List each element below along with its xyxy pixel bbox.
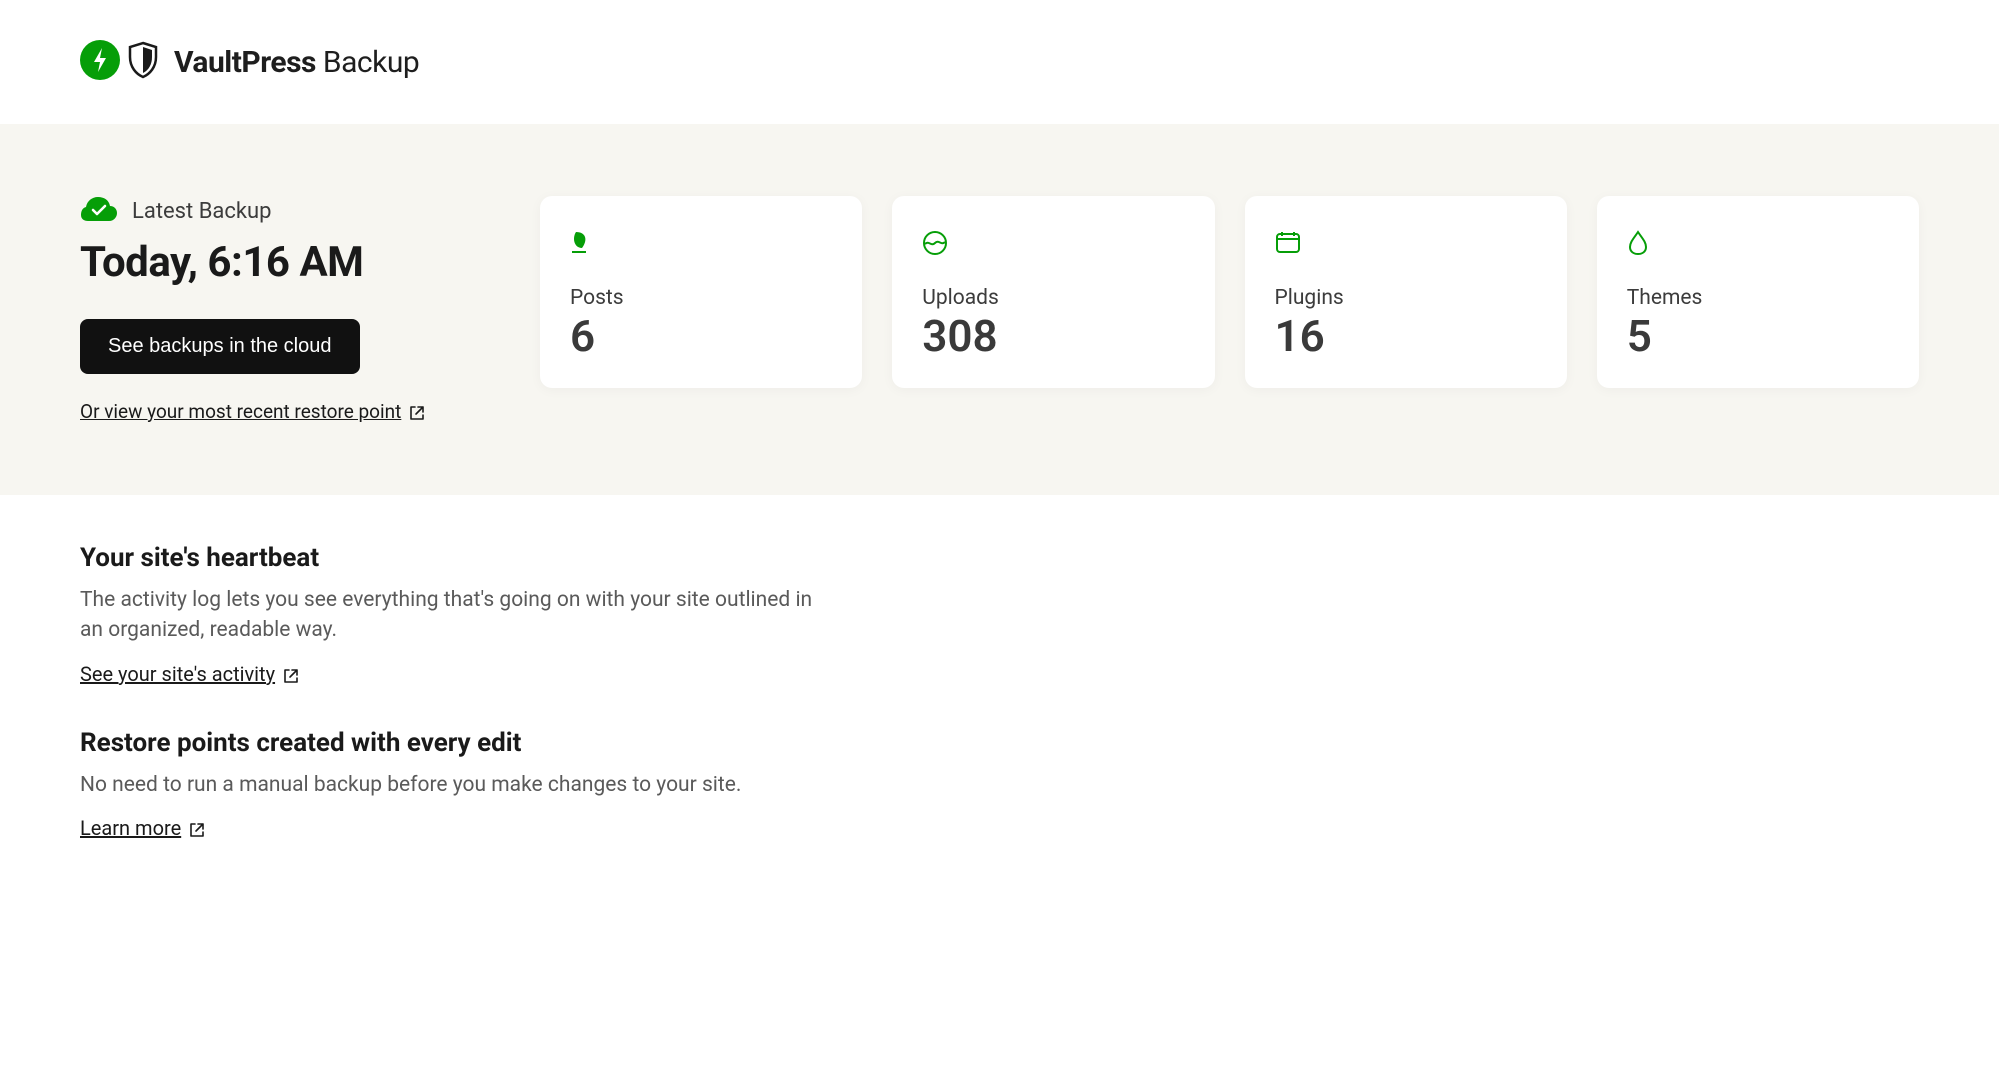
cloud-check-icon — [80, 196, 118, 226]
logo-group — [80, 40, 160, 84]
latest-backup-label: Latest Backup — [132, 199, 272, 224]
backup-time: Today, 6:16 AM — [80, 238, 500, 287]
shield-icon — [126, 41, 160, 83]
stat-label: Plugins — [1275, 286, 1537, 310]
stat-value: 16 — [1275, 314, 1537, 358]
stat-card-plugins: Plugins 16 — [1245, 196, 1567, 388]
section-heartbeat: Your site's heartbeat The activity log l… — [80, 543, 820, 686]
see-backups-button[interactable]: See backups in the cloud — [80, 319, 360, 374]
section-desc: No need to run a manual backup before yo… — [80, 770, 820, 800]
hero-section: Latest Backup Today, 6:16 AM See backups… — [0, 124, 1999, 495]
lower-sections: Your site's heartbeat The activity log l… — [0, 495, 900, 922]
stat-card-posts: Posts 6 — [540, 196, 862, 388]
section-title: Your site's heartbeat — [80, 543, 820, 573]
link-text: Learn more — [80, 816, 181, 840]
stat-label: Posts — [570, 286, 832, 310]
stats-cards: Posts 6 Uploads 308 Plugins 16 Themes 5 — [540, 196, 1919, 388]
calendar-icon — [1275, 230, 1537, 256]
hero-left: Latest Backup Today, 6:16 AM See backups… — [80, 196, 500, 423]
leaf-icon — [570, 230, 832, 256]
stat-card-uploads: Uploads 308 — [892, 196, 1214, 388]
drop-icon — [1627, 230, 1889, 256]
page-header: VaultPress Backup — [0, 0, 1999, 124]
restore-point-link-text: Or view your most recent restore point — [80, 400, 401, 423]
latest-backup-row: Latest Backup — [80, 196, 500, 226]
external-link-icon — [283, 662, 299, 686]
bolt-circle-icon — [80, 40, 120, 84]
circle-wave-icon — [922, 230, 1184, 256]
section-desc: The activity log lets you see everything… — [80, 585, 820, 646]
stat-label: Uploads — [922, 286, 1184, 310]
external-link-icon — [409, 400, 425, 423]
learn-more-link[interactable]: Learn more — [80, 816, 205, 840]
section-title: Restore points created with every edit — [80, 728, 820, 758]
brand-light: Backup — [323, 45, 419, 80]
page-title: VaultPress Backup — [174, 45, 419, 80]
stat-card-themes: Themes 5 — [1597, 196, 1919, 388]
brand-bold: VaultPress — [174, 45, 316, 80]
stat-value: 6 — [570, 314, 832, 358]
restore-point-link[interactable]: Or view your most recent restore point — [80, 400, 500, 423]
see-activity-link[interactable]: See your site's activity — [80, 662, 299, 686]
section-restore-points: Restore points created with every edit N… — [80, 728, 820, 840]
link-text: See your site's activity — [80, 662, 275, 686]
external-link-icon — [189, 816, 205, 840]
stat-value: 308 — [922, 314, 1184, 358]
stat-label: Themes — [1627, 286, 1889, 310]
stat-value: 5 — [1627, 314, 1889, 358]
